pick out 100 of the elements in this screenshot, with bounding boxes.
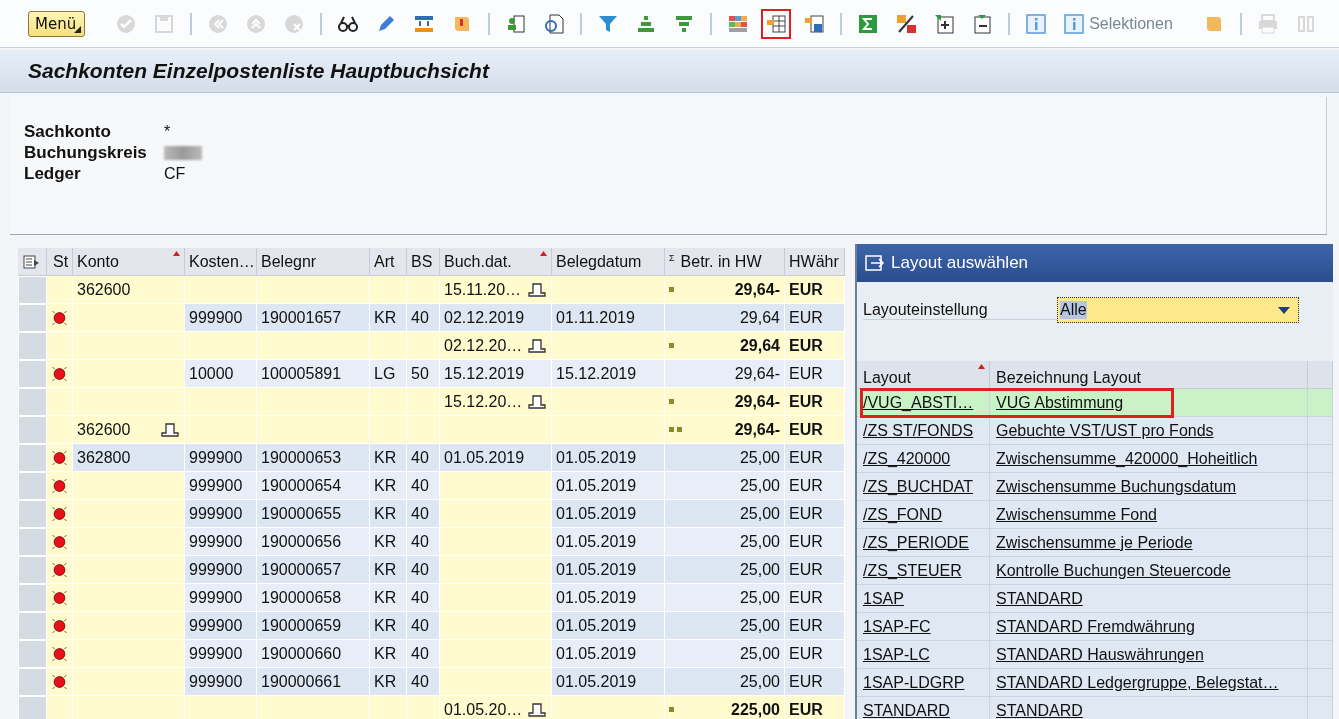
- table-cell: 25,00: [665, 640, 785, 668]
- subtotal-icon: [895, 12, 918, 35]
- table-cell: 40: [407, 556, 440, 584]
- table-cell[interactable]: Zwischensumme je Periode: [990, 529, 1308, 557]
- layout-setting-dropdown[interactable]: Alle: [1057, 297, 1299, 323]
- table-cell[interactable]: 1SAP: [857, 585, 990, 613]
- layout-link[interactable]: /ZS_BUCHDAT: [863, 477, 973, 496]
- layout-link[interactable]: /ZS ST/FONDS: [863, 421, 974, 440]
- row-selector[interactable]: [18, 388, 47, 416]
- layout-name-link[interactable]: Zwischensumme_420000_Hoheitlich: [996, 449, 1258, 468]
- row-selector[interactable]: [18, 472, 47, 500]
- table-cell[interactable]: STANDARD: [990, 585, 1308, 613]
- table-cell[interactable]: /ZS_STEUER: [857, 557, 990, 585]
- table-cell: 01.05.2019: [552, 472, 665, 500]
- row-selector[interactable]: [18, 668, 47, 696]
- header-label: Layout: [863, 369, 912, 387]
- column-header[interactable]: Σ Betr. in HW: [665, 248, 785, 276]
- table-cell: [1308, 389, 1333, 417]
- table-cell[interactable]: STANDARD Fremdwährung: [990, 613, 1308, 641]
- table-cell[interactable]: STANDARD Hauswährungen: [990, 641, 1308, 669]
- row-selector[interactable]: [18, 612, 47, 640]
- table-cell: 25,00: [665, 584, 785, 612]
- table-cell[interactable]: /ZS_420000: [857, 445, 990, 473]
- layout-name-link[interactable]: STANDARD Hauswährungen: [996, 645, 1204, 664]
- table-cell[interactable]: STANDARD: [857, 697, 990, 719]
- layout-name-link[interactable]: STANDARD: [996, 701, 1083, 719]
- row-selector[interactable]: [18, 304, 47, 332]
- table-cell: 01.11.2019: [552, 304, 665, 332]
- column-header[interactable]: Buch.dat.: [440, 248, 552, 276]
- layout-link[interactable]: /ZS_PERIODE: [863, 533, 969, 552]
- table-cell: 40: [407, 528, 440, 556]
- table-cell: [1308, 697, 1333, 719]
- layout-name-link[interactable]: VUG Abstimmung: [996, 393, 1124, 412]
- table-settings-icon[interactable]: [23, 253, 41, 270]
- layout-link[interactable]: /ZS_420000: [863, 449, 951, 468]
- table-cell[interactable]: STANDARD Ledgergruppe, Belegstat…: [990, 669, 1308, 697]
- column-header[interactable]: HWähr: [785, 248, 845, 276]
- table-cell[interactable]: 1SAP-LDGRP: [857, 669, 990, 697]
- row-selector[interactable]: [18, 640, 47, 668]
- table-cell[interactable]: Zwischensumme Fond: [990, 501, 1308, 529]
- field-value: *: [164, 122, 172, 142]
- column-header[interactable]: Kosten…: [185, 248, 257, 276]
- cancel-icon: [283, 12, 306, 35]
- table-cell[interactable]: /ZS_PERIODE: [857, 529, 990, 557]
- layout-name-link[interactable]: STANDARD Ledgergruppe, Belegstat…: [996, 673, 1279, 692]
- layout-link[interactable]: STANDARD: [863, 701, 950, 719]
- layout-link[interactable]: 1SAP: [863, 589, 904, 608]
- row-selector[interactable]: [18, 500, 47, 528]
- layout-link[interactable]: 1SAP-FC: [863, 617, 931, 636]
- total-level-icon: [669, 287, 674, 292]
- cell-text: 15.12.20…: [444, 392, 523, 411]
- table-cell[interactable]: Kontrolle Buchungen Steuercode: [990, 557, 1308, 585]
- row-selector[interactable]: [18, 444, 47, 472]
- layout-name-link[interactable]: STANDARD Fremdwährung: [996, 617, 1195, 636]
- row-selector[interactable]: [18, 556, 47, 584]
- layout-name-link[interactable]: Zwischensumme Fond: [996, 505, 1157, 524]
- table-cell[interactable]: /ZS_FOND: [857, 501, 990, 529]
- column-header[interactable]: [18, 248, 47, 276]
- table-cell[interactable]: 1SAP-FC: [857, 613, 990, 641]
- row-selector[interactable]: [18, 416, 47, 444]
- layout-link[interactable]: /ZS_FOND: [863, 505, 943, 524]
- layout-link[interactable]: /ZS_STEUER: [863, 561, 962, 580]
- table-cell[interactable]: /ZS_BUCHDAT: [857, 473, 990, 501]
- column-header[interactable]: Belegnr: [257, 248, 370, 276]
- expand-icon: [933, 12, 956, 35]
- row-selector[interactable]: [18, 332, 47, 360]
- layout-name-link[interactable]: Gebuchte VST/UST pro Fonds: [996, 421, 1214, 440]
- table-cell[interactable]: STANDARD: [990, 697, 1308, 719]
- column-header[interactable]: Belegdatum: [552, 248, 665, 276]
- menu-button[interactable]: Menü: [28, 10, 86, 37]
- column-header[interactable]: Art: [370, 248, 407, 276]
- table-cell: 190001657: [257, 304, 370, 332]
- table-cell[interactable]: Gebuchte VST/UST pro Fonds: [990, 417, 1308, 445]
- table-cell[interactable]: /ZS ST/FONDS: [857, 417, 990, 445]
- column-header[interactable]: BS: [407, 248, 440, 276]
- column-header[interactable]: Bezeichnung Layout: [990, 361, 1308, 389]
- table-cell[interactable]: VUG Abstimmung: [990, 389, 1308, 417]
- table-cell[interactable]: Zwischensumme Buchungsdatum: [990, 473, 1308, 501]
- column-header[interactable]: Konto: [73, 248, 185, 276]
- layout-link[interactable]: 1SAP-LDGRP: [863, 673, 965, 692]
- layout-link[interactable]: 1SAP-LC: [863, 645, 930, 664]
- field-label: Layouteinstellung: [863, 300, 1057, 320]
- blurred-value: [164, 146, 202, 160]
- row-selector[interactable]: [18, 528, 47, 556]
- table-cell[interactable]: Zwischensumme_420000_Hoheitlich: [990, 445, 1308, 473]
- layout-name-link[interactable]: Zwischensumme Buchungsdatum: [996, 477, 1237, 496]
- row-selector[interactable]: [18, 584, 47, 612]
- header-label: Art: [374, 252, 395, 271]
- layout-name-link[interactable]: STANDARD: [996, 589, 1083, 608]
- field-label: Buchungskreis: [24, 142, 148, 163]
- column-header[interactable]: St: [47, 248, 73, 276]
- layout-name-link[interactable]: Kontrolle Buchungen Steuercode: [996, 561, 1231, 580]
- table-cell: 25,00: [665, 556, 785, 584]
- selections-button[interactable]: Selektionen: [1059, 8, 1177, 39]
- row-selector[interactable]: [18, 360, 47, 388]
- layout-name-link[interactable]: Zwischensumme je Periode: [996, 533, 1193, 552]
- layout-link[interactable]: /VUG_ABSTI…: [863, 393, 974, 412]
- table-cell[interactable]: 1SAP-LC: [857, 641, 990, 669]
- row-selector[interactable]: [18, 696, 47, 719]
- column-header[interactable]: Layout: [857, 361, 990, 389]
